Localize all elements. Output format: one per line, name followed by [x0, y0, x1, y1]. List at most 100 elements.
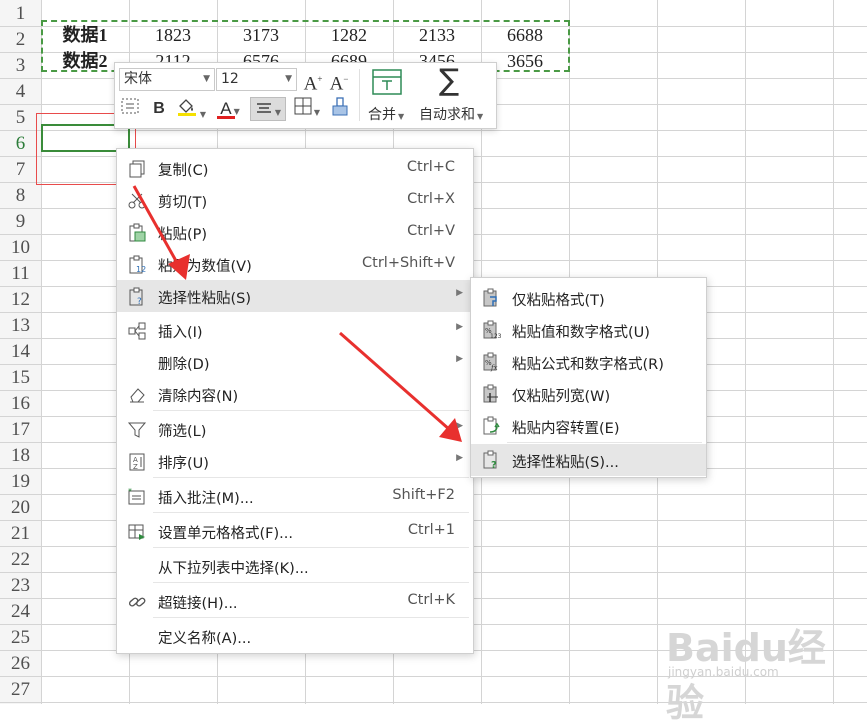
- menu-item-label: 删除(D): [158, 357, 210, 373]
- format-painter-button[interactable]: [328, 97, 352, 121]
- submenu-item-label: 仅粘贴列宽(W): [512, 389, 611, 405]
- menu-item-label: 从下拉列表中选择(K)...: [158, 561, 309, 577]
- watermark-url: jingyan.baidu.com: [668, 665, 779, 679]
- font-color-button[interactable]: A ▼: [213, 97, 247, 121]
- menu-item-12[interactable]: 从下拉列表中选择(K)...: [117, 550, 473, 582]
- menu-item-1[interactable]: 剪切(T) Ctrl+X: [117, 184, 473, 216]
- menu-item-11[interactable]: 设置单元格格式(F)... Ctrl+1: [117, 515, 473, 547]
- borders-button[interactable]: ▼: [289, 97, 325, 121]
- mini-toolbar: 宋体 ▼ 12 ▼ A+ A− B ▼ A ▼ ▼ ▼ 合并 ▼ ∑ 自动求和 …: [114, 62, 497, 129]
- menu-separator: [153, 410, 469, 411]
- svg-text:?: ?: [137, 297, 142, 307]
- menu-item-6[interactable]: 删除(D) ▶: [117, 346, 473, 378]
- font-size-value: 12: [221, 71, 239, 87]
- menu-item-9[interactable]: A Z 排序(U) ▶: [117, 445, 473, 477]
- paste-values-icon: 12: [127, 255, 147, 275]
- baidu-watermark: Baidu经验 jingyan.baidu.com: [660, 603, 860, 725]
- link-icon: [127, 592, 147, 612]
- font-size-select[interactable]: 12 ▼: [216, 68, 297, 91]
- submenu-item-1[interactable]: % 123 粘贴值和数字格式(U): [471, 314, 706, 346]
- svg-text:Z: Z: [133, 463, 138, 471]
- comment-icon: *: [127, 487, 147, 507]
- paste-value-number-icon: % 123: [481, 320, 502, 340]
- font-name-select[interactable]: 宋体 ▼: [119, 68, 215, 91]
- fill-color-button[interactable]: ▼: [173, 97, 209, 121]
- menu-item-8[interactable]: 筛选(L) ▶: [117, 413, 473, 445]
- context-menu: 复制(C) Ctrl+C 剪切(T) Ctrl+X 粘贴(P) Ctrl+V 12 粘贴为数值…: [116, 148, 474, 654]
- autosum-button[interactable]: ∑ 自动求和 ▼: [415, 63, 493, 125]
- chevron-right-icon: ▶: [456, 453, 463, 463]
- chevron-right-icon: ▶: [456, 288, 463, 298]
- chevron-right-icon: ▶: [456, 322, 463, 332]
- borders-icon: [294, 97, 312, 115]
- svg-text:123: 123: [490, 333, 501, 340]
- menu-item-label: 复制(C): [158, 163, 209, 179]
- chevron-right-icon: ▶: [456, 354, 463, 364]
- bold-label: B: [153, 100, 165, 117]
- menu-separator: [153, 477, 469, 478]
- paste-transpose-icon: [481, 416, 501, 436]
- copy-icon: [127, 159, 147, 179]
- align-center-icon: [256, 103, 271, 113]
- menu-item-14[interactable]: 定义名称(A)...: [117, 620, 473, 652]
- menu-item-4[interactable]: ? 选择性粘贴(S) ▶: [117, 280, 473, 312]
- submenu-item-4[interactable]: 粘贴内容转置(E): [471, 410, 706, 442]
- submenu-item-2[interactable]: % fx 粘贴公式和数字格式(R): [471, 346, 706, 378]
- format-painter-icon: [332, 97, 348, 116]
- row-number[interactable]: 27: [0, 674, 41, 705]
- menu-item-shortcut: Ctrl+C: [406, 159, 455, 175]
- menu-item-label: 排序(U): [158, 456, 209, 472]
- menu-separator: [153, 512, 469, 513]
- menu-item-label: 定义名称(A)...: [158, 631, 252, 647]
- submenu-item-label: 粘贴内容转置(E): [512, 421, 620, 437]
- insert-icon: [127, 321, 147, 341]
- paste-formula-icon: % fx: [481, 352, 501, 372]
- paste-column-width-icon: [481, 384, 501, 404]
- menu-item-5[interactable]: 插入(I) ▶: [117, 314, 473, 346]
- menu-item-shortcut: Ctrl+Shift+V: [362, 255, 455, 271]
- svg-text:fx: fx: [490, 364, 498, 372]
- submenu-item-label: 粘贴公式和数字格式(R): [512, 357, 664, 373]
- menu-item-label: 粘贴为数值(V): [158, 259, 252, 275]
- merge-button[interactable]: 合并 ▼: [365, 67, 409, 125]
- menu-item-2[interactable]: 粘贴(P) Ctrl+V: [117, 216, 473, 248]
- wrap-text-button[interactable]: [118, 97, 142, 121]
- filter-icon: [127, 420, 147, 440]
- menu-item-13[interactable]: 超链接(H)... Ctrl+K: [117, 585, 473, 617]
- menu-item-label: 插入批注(M)...: [158, 491, 254, 507]
- decrease-font-button[interactable]: A−: [327, 67, 351, 94]
- sort-icon: AZ: [127, 452, 147, 472]
- menu-item-shortcut: Ctrl+1: [407, 522, 455, 538]
- menu-item-0[interactable]: 复制(C) Ctrl+C: [117, 152, 473, 184]
- menu-item-7[interactable]: 清除内容(N): [117, 378, 473, 410]
- paste-icon: [127, 223, 147, 243]
- menu-item-label: 剪切(T): [158, 195, 208, 211]
- paste-special-icon: ?: [127, 287, 147, 307]
- menu-item-label: 插入(I): [158, 325, 203, 341]
- align-center-button[interactable]: ▼: [250, 97, 286, 121]
- merge-label: 合并: [368, 107, 396, 123]
- bold-button[interactable]: B: [147, 97, 171, 121]
- menu-separator: [153, 617, 469, 618]
- submenu-item-5[interactable]: ? 选择性粘贴(S)...: [471, 444, 706, 476]
- wrap-text-icon: [121, 98, 139, 114]
- paste-format-icon: [481, 288, 501, 308]
- menu-item-10[interactable]: * 插入批注(M)... Shift+F2: [117, 480, 473, 512]
- svg-text:?: ?: [491, 460, 497, 470]
- menu-item-shortcut: Ctrl+V: [407, 223, 455, 239]
- submenu-item-3[interactable]: 仅粘贴列宽(W): [471, 378, 706, 410]
- merge-cells-icon: [372, 69, 402, 95]
- menu-item-shortcut: Ctrl+X: [407, 191, 455, 207]
- menu-separator: [153, 547, 469, 548]
- menu-item-label: 设置单元格格式(F)...: [158, 526, 293, 542]
- svg-text:12: 12: [136, 265, 146, 274]
- increase-font-button[interactable]: A+: [301, 67, 325, 94]
- menu-item-3[interactable]: 12 粘贴为数值(V) Ctrl+Shift+V: [117, 248, 473, 280]
- font-name-value: 宋体: [124, 71, 152, 87]
- chevron-down-icon: ▼: [285, 74, 292, 84]
- autosum-label: 自动求和: [419, 107, 475, 123]
- chevron-down-icon: ▼: [203, 74, 210, 84]
- scissors-icon: [127, 191, 147, 211]
- submenu-item-0[interactable]: 仅粘贴格式(T): [471, 282, 706, 314]
- menu-item-shortcut: Ctrl+K: [407, 592, 455, 608]
